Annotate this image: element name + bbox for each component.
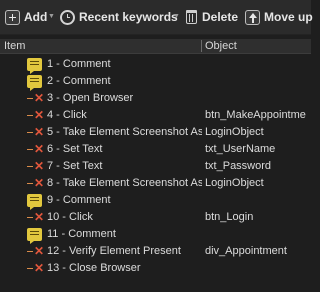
table-row[interactable]: ✕ 13 - Close Browser (0, 260, 311, 277)
keyword-action-icon: ✕ (27, 211, 44, 224)
keyword-action-icon: ✕ (27, 126, 44, 139)
column-resize-handle[interactable] (201, 40, 202, 52)
keyword-action-icon: ✕ (27, 262, 44, 275)
clock-icon (60, 9, 75, 25)
comment-icon (27, 194, 42, 210)
step-label: 3 - Open Browser (47, 92, 134, 104)
comment-icon (27, 228, 42, 244)
step-object: div_Appointment (205, 245, 287, 257)
trash-icon (186, 10, 197, 24)
step-label: 8 - Take Element Screenshot As (47, 177, 202, 189)
add-button[interactable]: Add (5, 7, 47, 27)
table-row[interactable]: ✕ 4 - Click btn_MakeAppointme (0, 107, 311, 124)
add-button-label: Add (24, 10, 48, 24)
step-label: 7 - Set Text (47, 160, 103, 172)
step-object: LoginObject (205, 126, 264, 138)
table-row[interactable]: 2 - Comment (0, 73, 311, 91)
add-dropdown-arrow-icon[interactable]: ▼ (48, 13, 55, 20)
arrow-up-icon (245, 9, 260, 25)
keyword-action-icon: ✕ (27, 245, 44, 258)
step-label: 2 - Comment (47, 75, 111, 87)
comment-icon (27, 75, 42, 91)
delete-button[interactable]: Delete (185, 7, 238, 27)
table-row[interactable]: 11 - Comment (0, 226, 311, 244)
step-label: 6 - Set Text (47, 143, 103, 155)
recent-dropdown-arrow-icon[interactable]: ▼ (173, 13, 180, 20)
keyword-action-icon: ✕ (27, 143, 44, 156)
table-row[interactable]: ✕ 7 - Set Text txt_Password (0, 158, 311, 175)
step-label: 13 - Close Browser (47, 262, 141, 274)
step-label: 10 - Click (47, 211, 93, 223)
recent-keywords-button[interactable]: Recent keywords (60, 7, 178, 27)
step-label: 1 - Comment (47, 58, 111, 70)
delete-button-label: Delete (202, 10, 239, 24)
table-row[interactable]: ✕ 12 - Verify Element Present div_Appointm… (0, 243, 311, 260)
step-label: 4 - Click (47, 109, 87, 121)
step-object: txt_Password (205, 160, 272, 172)
move-up-button-label: Move up (264, 10, 313, 24)
step-label: 11 - Comment (47, 228, 116, 240)
step-label: 12 - Verify Element Present (47, 245, 181, 257)
table-row[interactable]: ✕ 5 - Take Element Screenshot As LoginObje… (0, 124, 311, 141)
table-row[interactable]: ✕ 8 - Take Element Screenshot As LoginObje… (0, 175, 311, 192)
column-header-item[interactable]: Item (4, 40, 25, 52)
step-label: 9 - Comment (47, 194, 111, 206)
keyword-action-icon: ✕ (27, 109, 44, 122)
keyword-action-icon: ✕ (27, 177, 44, 190)
keyword-action-icon: ✕ (27, 92, 44, 105)
step-object: btn_Login (205, 211, 254, 223)
table-header: Item Object (0, 39, 311, 54)
add-icon (5, 9, 20, 25)
table-row[interactable]: ✕ 10 - Click btn_Login (0, 209, 311, 226)
comment-icon (27, 58, 42, 74)
table-row[interactable]: 1 - Comment (0, 56, 311, 74)
keyword-action-icon: ✕ (27, 160, 44, 173)
recent-keywords-label: Recent keywords (79, 10, 178, 24)
step-object: LoginObject (205, 177, 264, 189)
toolbar: Add ▼ Recent keywords ▼ Delete Move up (0, 0, 313, 35)
test-steps-tree: 1 - Comment 2 - Comment ✕ 3 - Open Browser ✕… (0, 56, 311, 292)
column-header-object[interactable]: Object (205, 40, 237, 52)
step-label: 5 - Take Element Screenshot As (47, 126, 202, 138)
move-up-button[interactable]: Move up (245, 7, 313, 27)
table-row[interactable]: ✕ 6 - Set Text txt_UserName (0, 141, 311, 158)
step-object: btn_MakeAppointme (205, 109, 306, 121)
table-row[interactable]: ✕ 3 - Open Browser (0, 90, 311, 107)
table-row[interactable]: 9 - Comment (0, 192, 311, 210)
step-object: txt_UserName (205, 143, 276, 155)
